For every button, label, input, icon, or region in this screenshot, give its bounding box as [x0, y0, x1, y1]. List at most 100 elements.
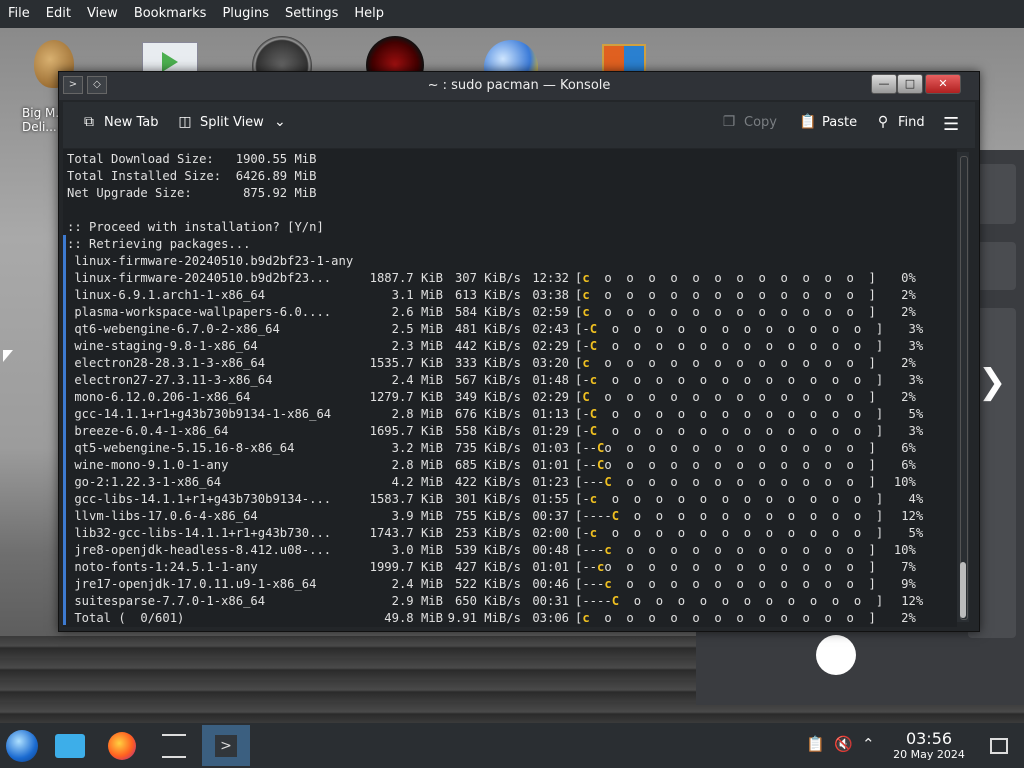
- paste-label: Paste: [822, 114, 858, 130]
- download-rate: 584 KiB/s: [454, 305, 521, 319]
- menu-settings[interactable]: Settings: [277, 0, 346, 28]
- show-desktop-button[interactable]: [990, 738, 1008, 754]
- hamburger-menu-icon: ☰: [943, 114, 960, 135]
- menu-plugins[interactable]: Plugins: [214, 0, 277, 28]
- package-name: plasma-workspace-wallpapers-6.0....: [67, 305, 332, 319]
- package-size: 4.2 MiB: [391, 475, 443, 489]
- download-percent: 3%: [908, 424, 924, 438]
- chevron-up-icon[interactable]: ⌃: [862, 735, 875, 753]
- new-tab-button[interactable]: ⧉ New Tab: [81, 114, 159, 130]
- download-row: wine-staging-9.8-1-x86_64 2.3 MiB 442 KiB/…: [67, 338, 923, 355]
- download-percent: 10%: [893, 543, 916, 557]
- progress-bar: [-c o o o o o o o o o o o o ]: [575, 526, 884, 540]
- download-rate: 481 KiB/s: [454, 322, 521, 336]
- menu-edit[interactable]: Edit: [38, 0, 79, 28]
- volume-muted-icon[interactable]: 🔇: [834, 735, 853, 753]
- progress-dots: o o o o o o o o o o o o: [597, 407, 862, 421]
- terminal-lines: Total Download Size: 1900.55 MiB Total In…: [67, 151, 923, 627]
- download-percent: 2%: [901, 611, 916, 625]
- progress-trail: -: [582, 526, 590, 540]
- progress-bar: [--Co o o o o o o o o o o o ]: [575, 458, 876, 472]
- application-launcher-button[interactable]: [2, 727, 42, 765]
- konsole-task-button[interactable]: >: [202, 725, 250, 766]
- package-name: linux-6.9.1.arch1-1-x86_64: [67, 288, 266, 302]
- menu-file[interactable]: File: [0, 0, 38, 28]
- download-rate: 333 KiB/s: [454, 356, 521, 370]
- download-percent: 5%: [908, 407, 924, 421]
- find-button[interactable]: ⚲ Find: [875, 114, 925, 130]
- package-name: noto-fonts-1:24.5.1-1-any: [67, 560, 258, 574]
- download-row: gcc-libs-14.1.1+r1+g43b730b9134-... 1583.…: [67, 491, 923, 508]
- progress-dots: o o o o o o o o o o o o: [589, 288, 854, 302]
- scrollbar-track[interactable]: [960, 156, 968, 620]
- split-view-button[interactable]: ◫ Split View ⌄: [177, 114, 295, 130]
- menu-view[interactable]: View: [79, 0, 126, 28]
- download-percent: 12%: [901, 509, 924, 523]
- download-eta: 01:29: [532, 424, 569, 438]
- download-rate: 253 KiB/s: [454, 526, 521, 540]
- download-eta: 03:38: [532, 288, 569, 302]
- package-name: qt6-webengine-6.7.0-2-x86_64: [67, 322, 280, 336]
- download-percent: 3%: [908, 373, 924, 387]
- menu-bookmarks[interactable]: Bookmarks: [126, 0, 215, 28]
- download-percent: 12%: [901, 594, 924, 608]
- pacman-progress-icon: c: [582, 271, 590, 285]
- progress-trail: --: [582, 560, 598, 574]
- download-rate: 522 KiB/s: [454, 577, 521, 591]
- copy-button[interactable]: ❐ Copy: [721, 114, 777, 130]
- maximize-button[interactable]: □: [897, 74, 923, 94]
- white-circle-button[interactable]: [816, 635, 856, 675]
- download-rate: 685 KiB/s: [454, 458, 521, 472]
- progress-dots: o o o o o o o o o o o o: [589, 390, 854, 404]
- download-eta: 00:31: [532, 594, 569, 608]
- package-size: 3.1 MiB: [391, 288, 443, 302]
- download-eta: 00:48: [532, 543, 569, 557]
- progress-bar: [c o o o o o o o o o o o o ]: [575, 288, 876, 302]
- download-eta: 00:46: [532, 577, 569, 591]
- chevron-right-icon[interactable]: ❯: [978, 362, 1007, 402]
- progress-dots: o o o o o o o o o o o: [611, 475, 854, 489]
- package-size: 3.0 MiB: [391, 543, 443, 557]
- file-manager-button[interactable]: [50, 727, 90, 765]
- progress-trail: -: [582, 373, 590, 387]
- download-percent: 2%: [901, 390, 916, 404]
- package-name: electron28-28.3.1-3-x86_64: [67, 356, 266, 370]
- terminal-line: linux-firmware-20240510.b9d2bf23-1-any: [67, 254, 354, 268]
- download-eta: 03:20: [532, 356, 569, 370]
- new-tab-label: New Tab: [104, 114, 159, 130]
- window-titlebar[interactable]: > ◇ ~ : sudo pacman — Konsole — □ ✕: [59, 72, 979, 100]
- progress-trail: -: [582, 407, 590, 421]
- close-button[interactable]: ✕: [925, 74, 961, 94]
- paste-button[interactable]: 📋 Paste: [799, 114, 857, 130]
- download-rate: 442 KiB/s: [454, 339, 521, 353]
- scrollbar-thumb[interactable]: [960, 562, 966, 618]
- terminal-output[interactable]: Total Download Size: 1900.55 MiB Total In…: [63, 149, 957, 627]
- hamburger-menu-button[interactable]: ☰: [943, 114, 959, 135]
- find-label: Find: [898, 114, 925, 130]
- terminal-scrollbar[interactable]: [957, 152, 969, 622]
- download-row: qt6-webengine-6.7.0-2-x86_64 2.5 MiB 481 K…: [67, 321, 923, 338]
- download-rate: 567 KiB/s: [454, 373, 521, 387]
- minimize-button[interactable]: —: [871, 74, 897, 94]
- start-orb-icon: [6, 730, 38, 762]
- download-percent: 3%: [908, 322, 924, 336]
- clock-date[interactable]: 20 May 2024: [882, 748, 976, 761]
- clock-time[interactable]: 03:56: [890, 729, 968, 748]
- package-size: 2.5 MiB: [391, 322, 443, 336]
- menu-help[interactable]: Help: [346, 0, 392, 28]
- pacman-progress-icon: c: [582, 305, 590, 319]
- package-size: 2.8 MiB: [391, 407, 443, 421]
- global-menu-bar: File Edit View Bookmarks Plugins Settings Help: [0, 0, 1024, 28]
- clipboard-icon[interactable]: 📋: [806, 735, 825, 753]
- system-settings-button[interactable]: [154, 727, 194, 765]
- window-title: ~ : sudo pacman — Konsole: [427, 78, 611, 93]
- download-row: linux-firmware-20240510.b9d2bf23... 1887.…: [67, 270, 923, 287]
- package-name: Total ( 0/601): [67, 611, 185, 625]
- firefox-button[interactable]: [102, 727, 142, 765]
- chevron-down-icon[interactable]: ⌄: [272, 114, 288, 130]
- download-percent: 6%: [901, 441, 916, 455]
- package-size: 49.8 MiB: [384, 611, 443, 625]
- pacman-progress-icon: C: [589, 339, 598, 353]
- download-rate: 539 KiB/s: [454, 543, 521, 557]
- progress-dots: o o o o o o o o o o o o: [597, 526, 862, 540]
